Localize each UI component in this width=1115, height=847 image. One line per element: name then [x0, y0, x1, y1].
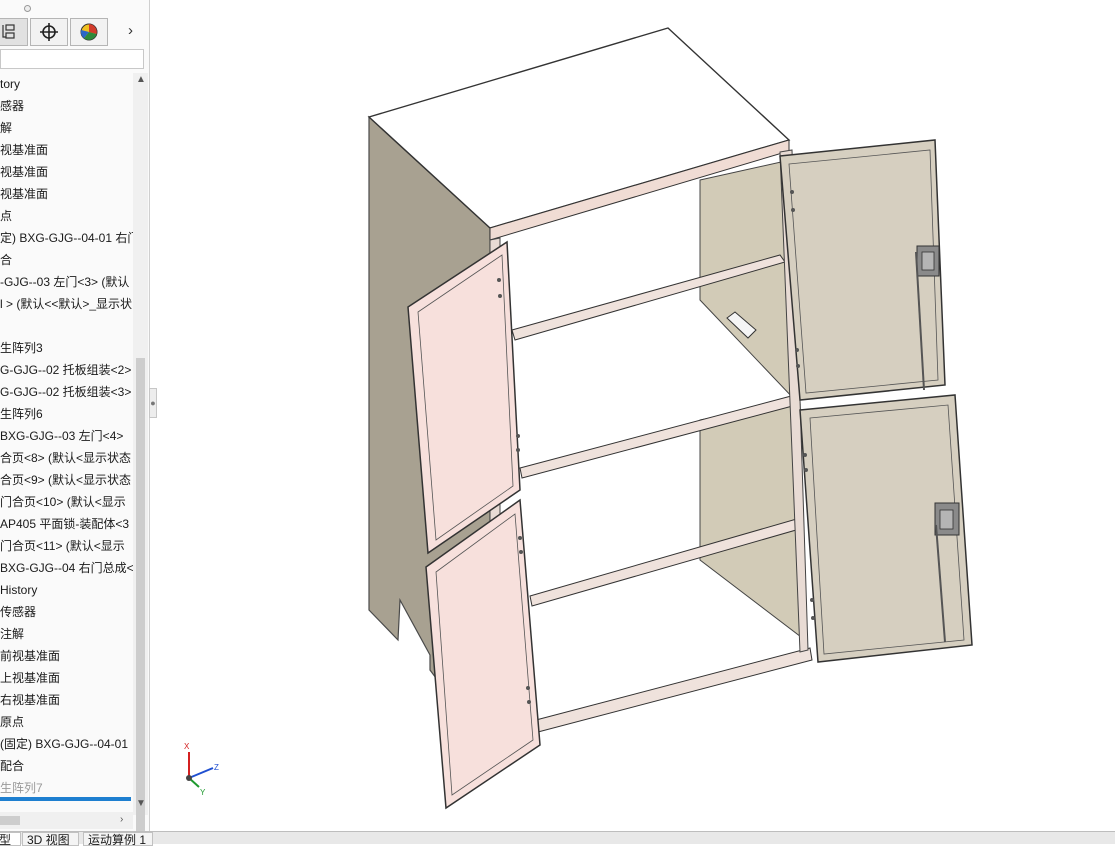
tree-item[interactable]: G-GJG--02 托板组装<2>	[0, 359, 131, 381]
tree-item[interactable]: 生阵列7	[0, 777, 43, 798]
scroll-down-icon[interactable]: ▼	[136, 798, 146, 809]
tree-item[interactable]: 上视基准面	[0, 667, 60, 689]
feature-tree-tab[interactable]	[0, 18, 28, 46]
tab-3d-view[interactable]: 3D 视图	[22, 832, 79, 847]
tree-item[interactable]: 生阵列6	[0, 403, 43, 425]
tree-item[interactable]: 前视基准面	[0, 645, 60, 667]
tree-item[interactable]: 原点	[0, 711, 24, 733]
feature-tree-icon	[2, 24, 15, 39]
tree-item[interactable]: l > (默认<<默认>_显示状	[0, 293, 132, 315]
bottom-tab-bar: 型 3D 视图 运动算例 1	[0, 831, 1115, 847]
appearance-pie-icon	[80, 23, 98, 41]
horizontal-scrollbar[interactable]: ›	[0, 812, 133, 829]
configuration-tab[interactable]	[30, 18, 68, 46]
tree-item[interactable]: BXG-GJG--03 左门<4>	[0, 425, 123, 447]
tree-item[interactable]: 合	[0, 249, 12, 271]
display-manager-tab[interactable]	[70, 18, 108, 46]
tree-item[interactable]: (固定) BXG-GJG--04-01	[0, 733, 128, 755]
tree-item[interactable]: 定) BXG-GJG--04-01 右门	[0, 227, 133, 249]
rollback-bar[interactable]	[0, 797, 131, 801]
tree-item[interactable]: -GJG--03 左门<3> (默认	[0, 271, 129, 293]
tree-item[interactable]: 感器	[0, 95, 24, 117]
tree-item[interactable]: 注解	[0, 623, 24, 645]
scroll-up-icon[interactable]: ▲	[136, 74, 146, 85]
tree-item[interactable]: 右视基准面	[0, 689, 60, 711]
tree-item[interactable]: 配合	[0, 755, 24, 777]
axis-triad: X Z Y	[184, 742, 219, 797]
feature-manager-tabs: ›	[0, 18, 149, 46]
filter-input[interactable]	[0, 49, 144, 69]
tree-item[interactable]: G-GJG--02 托板组装<3>	[0, 381, 131, 403]
tree-item[interactable]: tory	[0, 73, 20, 95]
feature-tree: tory 感器解视基准面 视基准面 视基准面点定) BXG-GJG--04-01 右门…	[0, 73, 133, 798]
tree-item[interactable]: 视基准面	[0, 139, 48, 161]
tree-item[interactable]: 合页<8> (默认<显示状态	[0, 447, 131, 469]
scroll-right-icon[interactable]: ›	[120, 814, 123, 825]
crosshair-icon	[40, 23, 58, 41]
panel-grip[interactable]	[24, 5, 31, 12]
tab-model[interactable]: 型	[0, 832, 21, 847]
horizontal-scroll-thumb[interactable]	[0, 816, 20, 825]
tab-motion-study[interactable]: 运动算例 1	[83, 832, 153, 847]
tree-item[interactable]: AP405 平面锁-装配体<3	[0, 513, 129, 535]
axis-y-label: Y	[200, 788, 206, 797]
tree-item[interactable]: BXG-GJG--04 右门总成<	[0, 557, 133, 579]
tree-item[interactable]: 视基准面	[0, 183, 48, 205]
cabinet-back-panel-lower	[699, 399, 806, 642]
tree-item[interactable]: 生阵列3	[0, 337, 43, 359]
tree-item[interactable]: 门合页<10> (默认<显示	[0, 491, 126, 513]
vertical-scroll-thumb[interactable]	[136, 358, 145, 843]
tree-item[interactable]: 视基准面	[0, 161, 48, 183]
tree-item[interactable]: 解	[0, 117, 12, 139]
tree-item[interactable]: 合页<9> (默认<显示状态	[0, 469, 131, 491]
vertical-scrollbar[interactable]: ▲ ▼	[133, 73, 148, 843]
feature-manager-panel: › tory 感器解视基准面 视基准面 视基准面点定) BXG-GJG--04-01 …	[0, 0, 150, 843]
graphics-viewport[interactable]: X Z Y	[151, 0, 1115, 830]
tree-item[interactable]: 门合页<11> (默认<显示	[0, 535, 125, 557]
tree-item[interactable]: History	[0, 579, 37, 601]
axis-z-label: Z	[214, 763, 219, 772]
axis-x-label: X	[184, 742, 190, 751]
more-tabs-arrow[interactable]: ›	[128, 22, 133, 39]
bottom-shelf-edge	[535, 647, 813, 733]
tree-item[interactable]: 点	[0, 205, 12, 227]
tree-item[interactable]: 传感器	[0, 601, 36, 623]
